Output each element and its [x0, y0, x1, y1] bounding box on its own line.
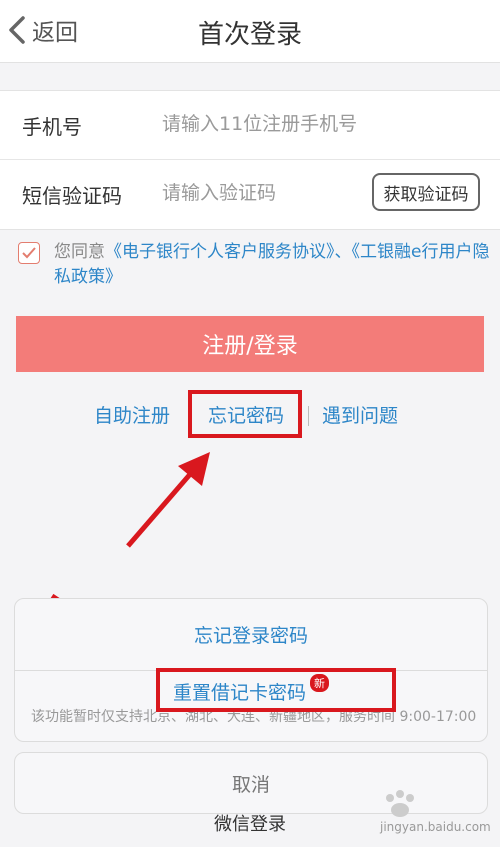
forgot-login-password-option[interactable]: 忘记登录密码	[15, 599, 487, 671]
agree-checkbox[interactable]	[18, 242, 40, 264]
sms-code-input[interactable]	[162, 176, 372, 210]
login-form: 手机号 短信验证码 获取验证码	[0, 90, 500, 230]
watermark-text: jingyan.baidu.com	[380, 820, 491, 834]
service-agreement-link[interactable]: 《电子银行个人客户服务协议》	[105, 242, 335, 262]
problem-link[interactable]: 遇到问题	[322, 401, 398, 428]
arrow-up-icon	[126, 452, 210, 548]
phone-row: 手机号	[0, 91, 500, 160]
agreement-prefix: 您同意	[54, 242, 105, 262]
sms-label: 短信验证码	[22, 184, 122, 208]
link-divider	[308, 406, 309, 426]
self-register-link[interactable]: 自助注册	[94, 401, 170, 428]
check-icon	[22, 247, 36, 259]
highlight-box-forgot-password	[188, 390, 302, 438]
page-title: 首次登录	[197, 20, 302, 50]
get-code-button[interactable]: 获取验证码	[372, 173, 480, 211]
header-bar: 返回 首次登录	[0, 0, 500, 63]
sms-row: 短信验证码 获取验证码	[0, 160, 500, 228]
highlight-box-reset-card	[156, 668, 396, 712]
agreement-text: 您同意《电子银行个人客户服务协议》、《工银融e行用户隐私政策》	[54, 240, 494, 290]
baidu-watermark: jingyan.baidu.com	[380, 790, 498, 840]
register-login-button[interactable]: 注册/登录	[16, 316, 484, 372]
phone-input[interactable]	[162, 107, 482, 141]
service-note: 该功能暂时仅支持北京、湖北、大连、新疆地区，服务时间 9:00-17:00	[15, 707, 487, 741]
phone-label: 手机号	[22, 115, 82, 139]
agreement-separator: 、	[334, 242, 352, 262]
paw-logo-icon	[386, 790, 414, 817]
